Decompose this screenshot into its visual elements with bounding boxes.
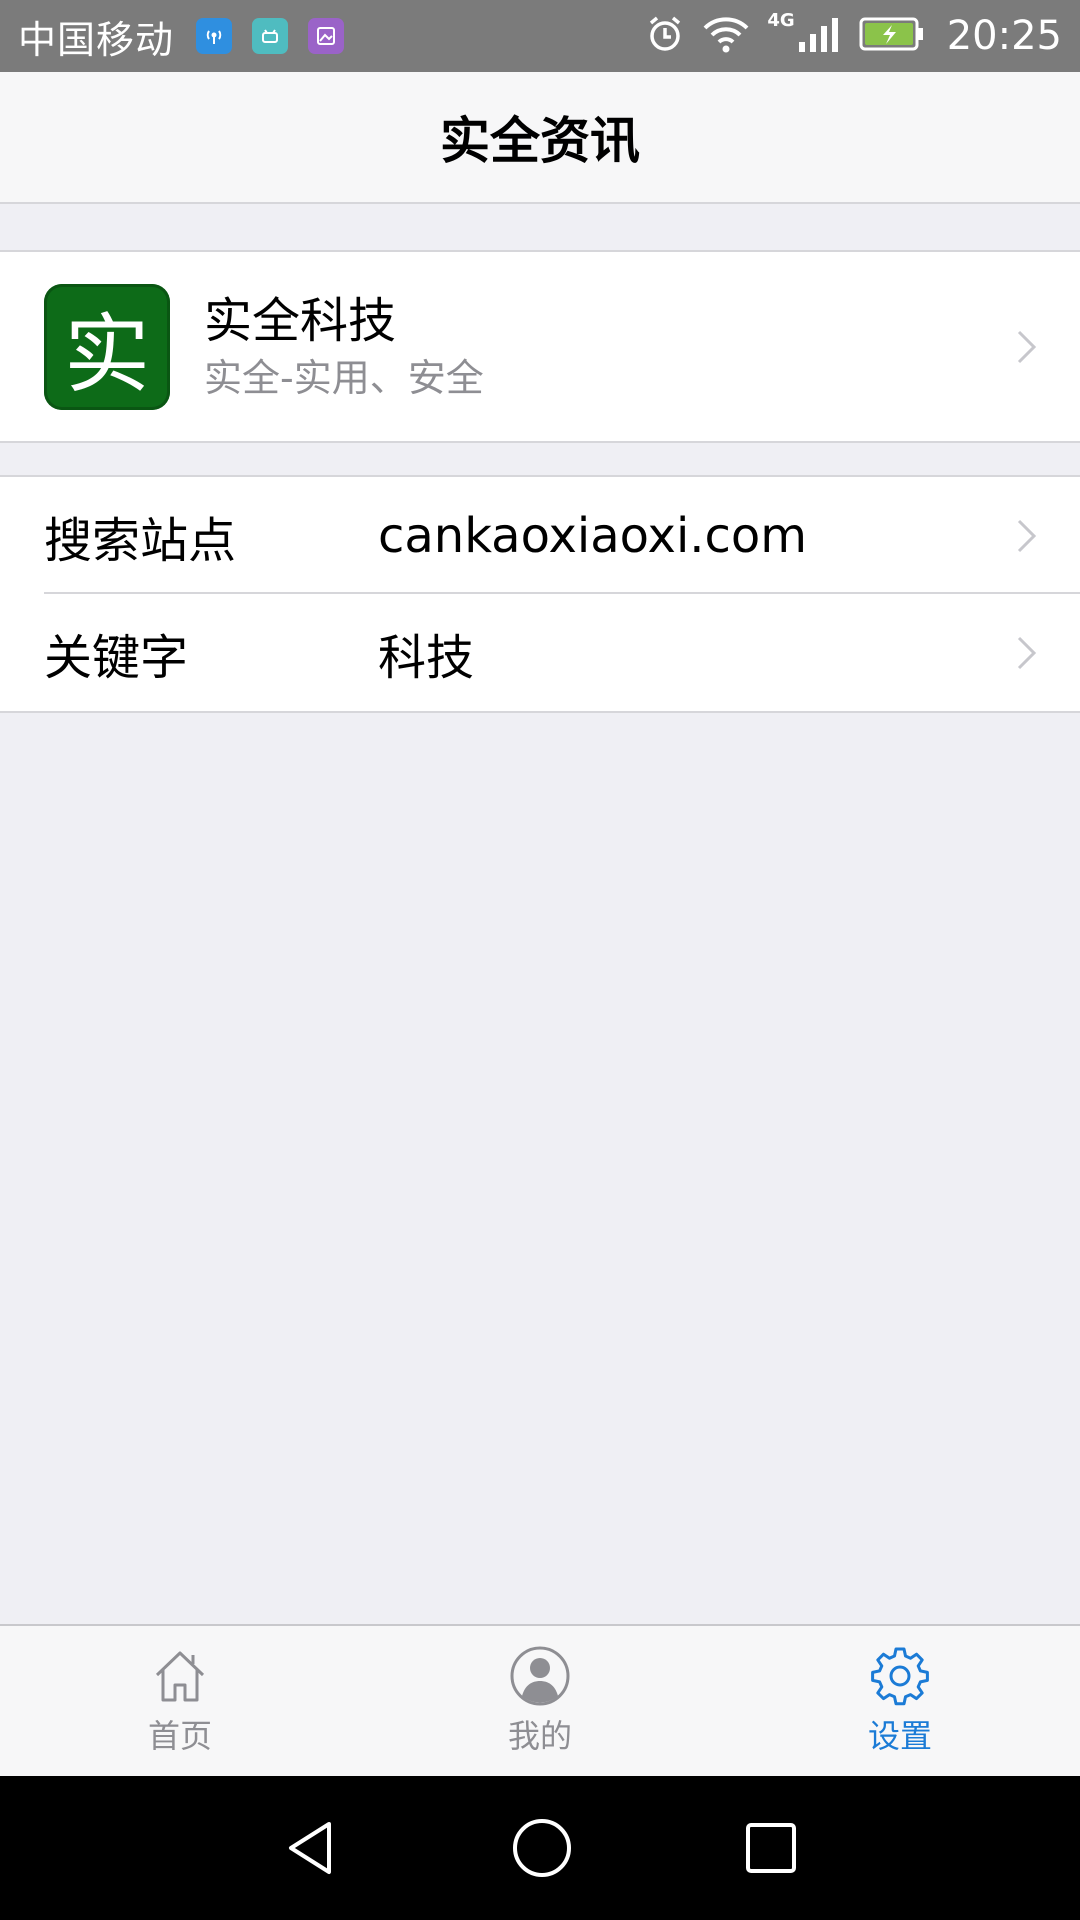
- app-logo-char: 实: [64, 305, 150, 405]
- search-site-label: 搜索站点: [44, 512, 237, 569]
- profile-description: 实全-实用、安全: [204, 355, 484, 400]
- search-site-value: cankaoxiaoxi.com: [378, 507, 808, 564]
- status-bar: 中国移动 4G 20:25: [0, 0, 1080, 72]
- gear-icon: [871, 1647, 929, 1706]
- system-navigation-bar: [0, 1776, 1080, 1920]
- clock: 20:25: [946, 13, 1062, 59]
- signal-broadcast-icon: [196, 18, 233, 54]
- page-title: 实全资讯: [440, 112, 640, 170]
- tab-mine[interactable]: 我的: [360, 1626, 720, 1776]
- profile-row[interactable]: 实 实全科技 实全-实用、安全: [0, 252, 1080, 441]
- gallery-icon: [308, 18, 345, 54]
- profile-name: 实全科技: [204, 292, 397, 349]
- user-icon: [510, 1646, 570, 1706]
- navigation-bar: 实全资讯: [0, 72, 1080, 204]
- tab-home-label: 首页: [147, 1717, 212, 1755]
- tab-bar: 首页 我的 设置: [0, 1624, 1080, 1776]
- status-right: 4G 20:25: [645, 9, 1062, 59]
- chevron-right-icon: [1017, 519, 1037, 552]
- home-circle-icon[interactable]: [511, 1817, 573, 1879]
- notification-icons: [196, 18, 345, 54]
- alarm-icon: [645, 14, 685, 58]
- android-icon: [252, 18, 289, 54]
- app-logo: 实: [44, 283, 170, 410]
- wifi-icon: [701, 14, 751, 58]
- profile-section: 实 实全科技 实全-实用、安全: [0, 250, 1080, 443]
- recent-apps-icon[interactable]: [743, 1820, 799, 1876]
- battery-icon: [859, 16, 925, 56]
- tab-home[interactable]: 首页: [0, 1626, 360, 1776]
- chevron-right-icon: [1017, 330, 1037, 363]
- keyword-value: 科技: [378, 629, 475, 686]
- search-site-row[interactable]: 搜索站点 cankaoxiaoxi.com: [0, 477, 1080, 594]
- carrier-name: 中国移动: [18, 17, 175, 62]
- keyword-label: 关键字: [44, 629, 189, 686]
- cell-signal-icon: [797, 14, 843, 58]
- tab-settings-label: 设置: [867, 1717, 932, 1755]
- tab-mine-label: 我的: [507, 1717, 572, 1755]
- back-icon[interactable]: [281, 1818, 341, 1878]
- profile-text: 实全科技 实全-实用、安全: [204, 290, 484, 404]
- tab-settings[interactable]: 设置: [720, 1626, 1080, 1776]
- home-icon: [155, 1651, 205, 1702]
- settings-section: 搜索站点 cankaoxiaoxi.com 关键字 科技: [0, 475, 1080, 713]
- keyword-row[interactable]: 关键字 科技: [0, 594, 1080, 711]
- network-type: 4G: [767, 9, 795, 31]
- chevron-right-icon: [1017, 636, 1037, 669]
